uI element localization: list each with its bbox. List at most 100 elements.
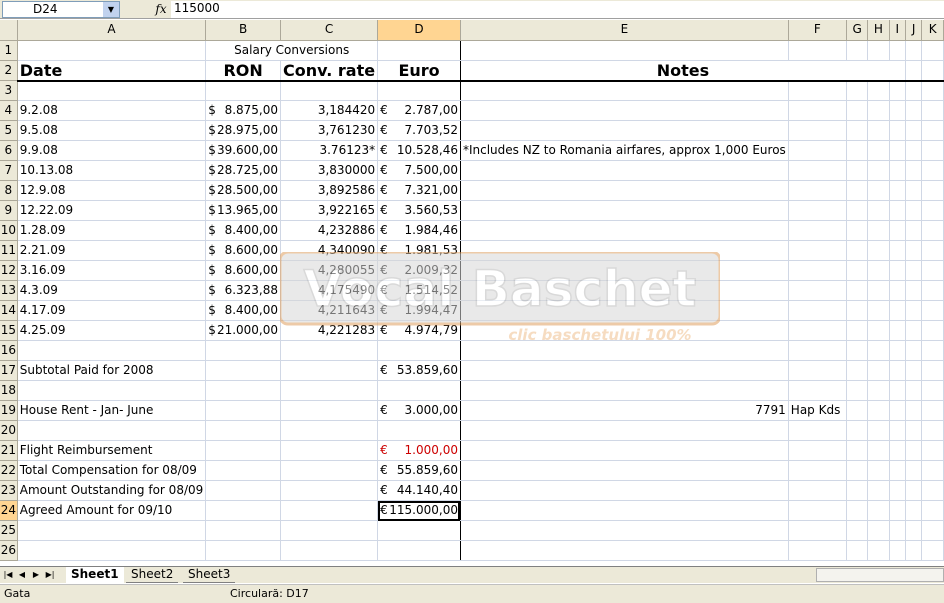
cell[interactable] (788, 540, 847, 561)
cell[interactable] (889, 360, 906, 381)
cell[interactable]: 1.28.09 (17, 220, 207, 241)
cell[interactable] (867, 520, 890, 541)
cell[interactable] (788, 480, 847, 501)
row-header[interactable]: 3 (0, 80, 18, 101)
cell[interactable] (867, 240, 890, 261)
next-sheet-icon[interactable]: ▶ (30, 568, 42, 582)
cell[interactable]: $8.400,00 (205, 220, 282, 241)
cell[interactable] (867, 460, 890, 481)
cell[interactable] (280, 80, 379, 101)
cell[interactable] (921, 140, 944, 161)
cell[interactable] (205, 520, 282, 541)
row-header[interactable]: 11 (0, 240, 18, 261)
cell[interactable] (867, 300, 890, 321)
cell[interactable] (846, 340, 869, 361)
cell[interactable] (867, 400, 890, 421)
cell[interactable]: €1.981,53 (377, 240, 461, 261)
cell[interactable] (889, 420, 906, 441)
cell[interactable]: 4,232886 (280, 220, 379, 241)
cell[interactable]: 4,211643 (280, 300, 379, 321)
cell[interactable] (788, 360, 847, 381)
cell[interactable] (788, 500, 847, 521)
cell[interactable] (846, 400, 869, 421)
cell[interactable]: $28.500,00 (205, 180, 282, 201)
row-header[interactable]: 14 (0, 300, 18, 321)
cell[interactable] (788, 160, 847, 181)
cell[interactable] (280, 440, 379, 461)
column-header[interactable]: D (377, 20, 461, 41)
cell[interactable]: $8.875,00 (205, 100, 282, 121)
cell[interactable] (280, 360, 379, 381)
cell[interactable] (205, 360, 282, 381)
cell[interactable] (846, 80, 869, 101)
cell[interactable] (788, 440, 847, 461)
row-header[interactable]: 25 (0, 520, 18, 541)
cell[interactable]: 4.3.09 (17, 280, 207, 301)
last-sheet-icon[interactable]: ▶| (44, 568, 56, 582)
cell[interactable] (280, 340, 379, 361)
cell[interactable] (921, 520, 944, 541)
cell[interactable]: Hap Kds (788, 400, 847, 421)
cell[interactable] (460, 460, 789, 481)
cell[interactable] (921, 280, 944, 301)
cell[interactable] (905, 320, 923, 341)
cell[interactable] (905, 160, 923, 181)
column-header[interactable]: K (921, 20, 944, 41)
cell[interactable]: €7.321,00 (377, 180, 461, 201)
cell[interactable] (905, 460, 923, 481)
column-header[interactable]: G (846, 20, 869, 41)
cell[interactable]: 10.13.08 (17, 160, 207, 181)
cell[interactable] (17, 80, 207, 101)
cell[interactable]: $21.000,00 (205, 320, 282, 341)
cell[interactable] (788, 80, 847, 101)
cell[interactable] (460, 380, 789, 401)
cell[interactable]: 9.9.08 (17, 140, 207, 161)
cell[interactable] (377, 40, 461, 61)
cell[interactable]: *Includes NZ to Romania airfares, approx… (460, 140, 789, 161)
row-header[interactable]: 6 (0, 140, 18, 161)
cell[interactable]: €1.514,52 (377, 280, 461, 301)
cell[interactable] (788, 340, 847, 361)
cell[interactable] (460, 240, 789, 261)
cell[interactable] (460, 300, 789, 321)
row-header[interactable]: 10 (0, 220, 18, 241)
cell[interactable] (867, 320, 890, 341)
cell[interactable] (905, 120, 923, 141)
cell[interactable]: 12.9.08 (17, 180, 207, 201)
cell[interactable] (921, 200, 944, 221)
tab-sheet3[interactable]: Sheet3 (183, 567, 236, 583)
cell[interactable] (867, 220, 890, 241)
cell[interactable] (460, 180, 789, 201)
row-header[interactable]: 9 (0, 200, 18, 221)
first-sheet-icon[interactable]: |◀ (2, 568, 14, 582)
cell[interactable] (17, 420, 207, 441)
cell[interactable] (377, 540, 461, 561)
cell[interactable] (460, 200, 789, 221)
cell[interactable] (921, 180, 944, 201)
row-header[interactable]: 16 (0, 340, 18, 361)
cell[interactable] (460, 340, 789, 361)
cell[interactable] (846, 540, 869, 561)
cell[interactable]: 4.25.09 (17, 320, 207, 341)
tab-sheet2[interactable]: Sheet2 (126, 567, 179, 583)
cell[interactable]: 12.22.09 (17, 200, 207, 221)
cell[interactable] (846, 260, 869, 281)
row-header[interactable]: 8 (0, 180, 18, 201)
cell[interactable] (889, 160, 906, 181)
cell[interactable] (846, 460, 869, 481)
cell[interactable]: 4,175490 (280, 280, 379, 301)
cell[interactable]: 3,761230 (280, 120, 379, 141)
cell[interactable] (460, 120, 789, 141)
cell[interactable] (905, 280, 923, 301)
cell[interactable]: Subtotal Paid for 2008 (17, 360, 207, 381)
cell[interactable] (205, 340, 282, 361)
cell[interactable]: 3,922165 (280, 200, 379, 221)
row-header[interactable]: 2 (0, 60, 18, 81)
cell[interactable] (205, 380, 282, 401)
cell[interactable] (460, 480, 789, 501)
cell[interactable] (17, 340, 207, 361)
cell[interactable]: 4,221283 (280, 320, 379, 341)
prev-sheet-icon[interactable]: ◀ (16, 568, 28, 582)
cell[interactable] (921, 360, 944, 381)
cell[interactable] (921, 260, 944, 281)
